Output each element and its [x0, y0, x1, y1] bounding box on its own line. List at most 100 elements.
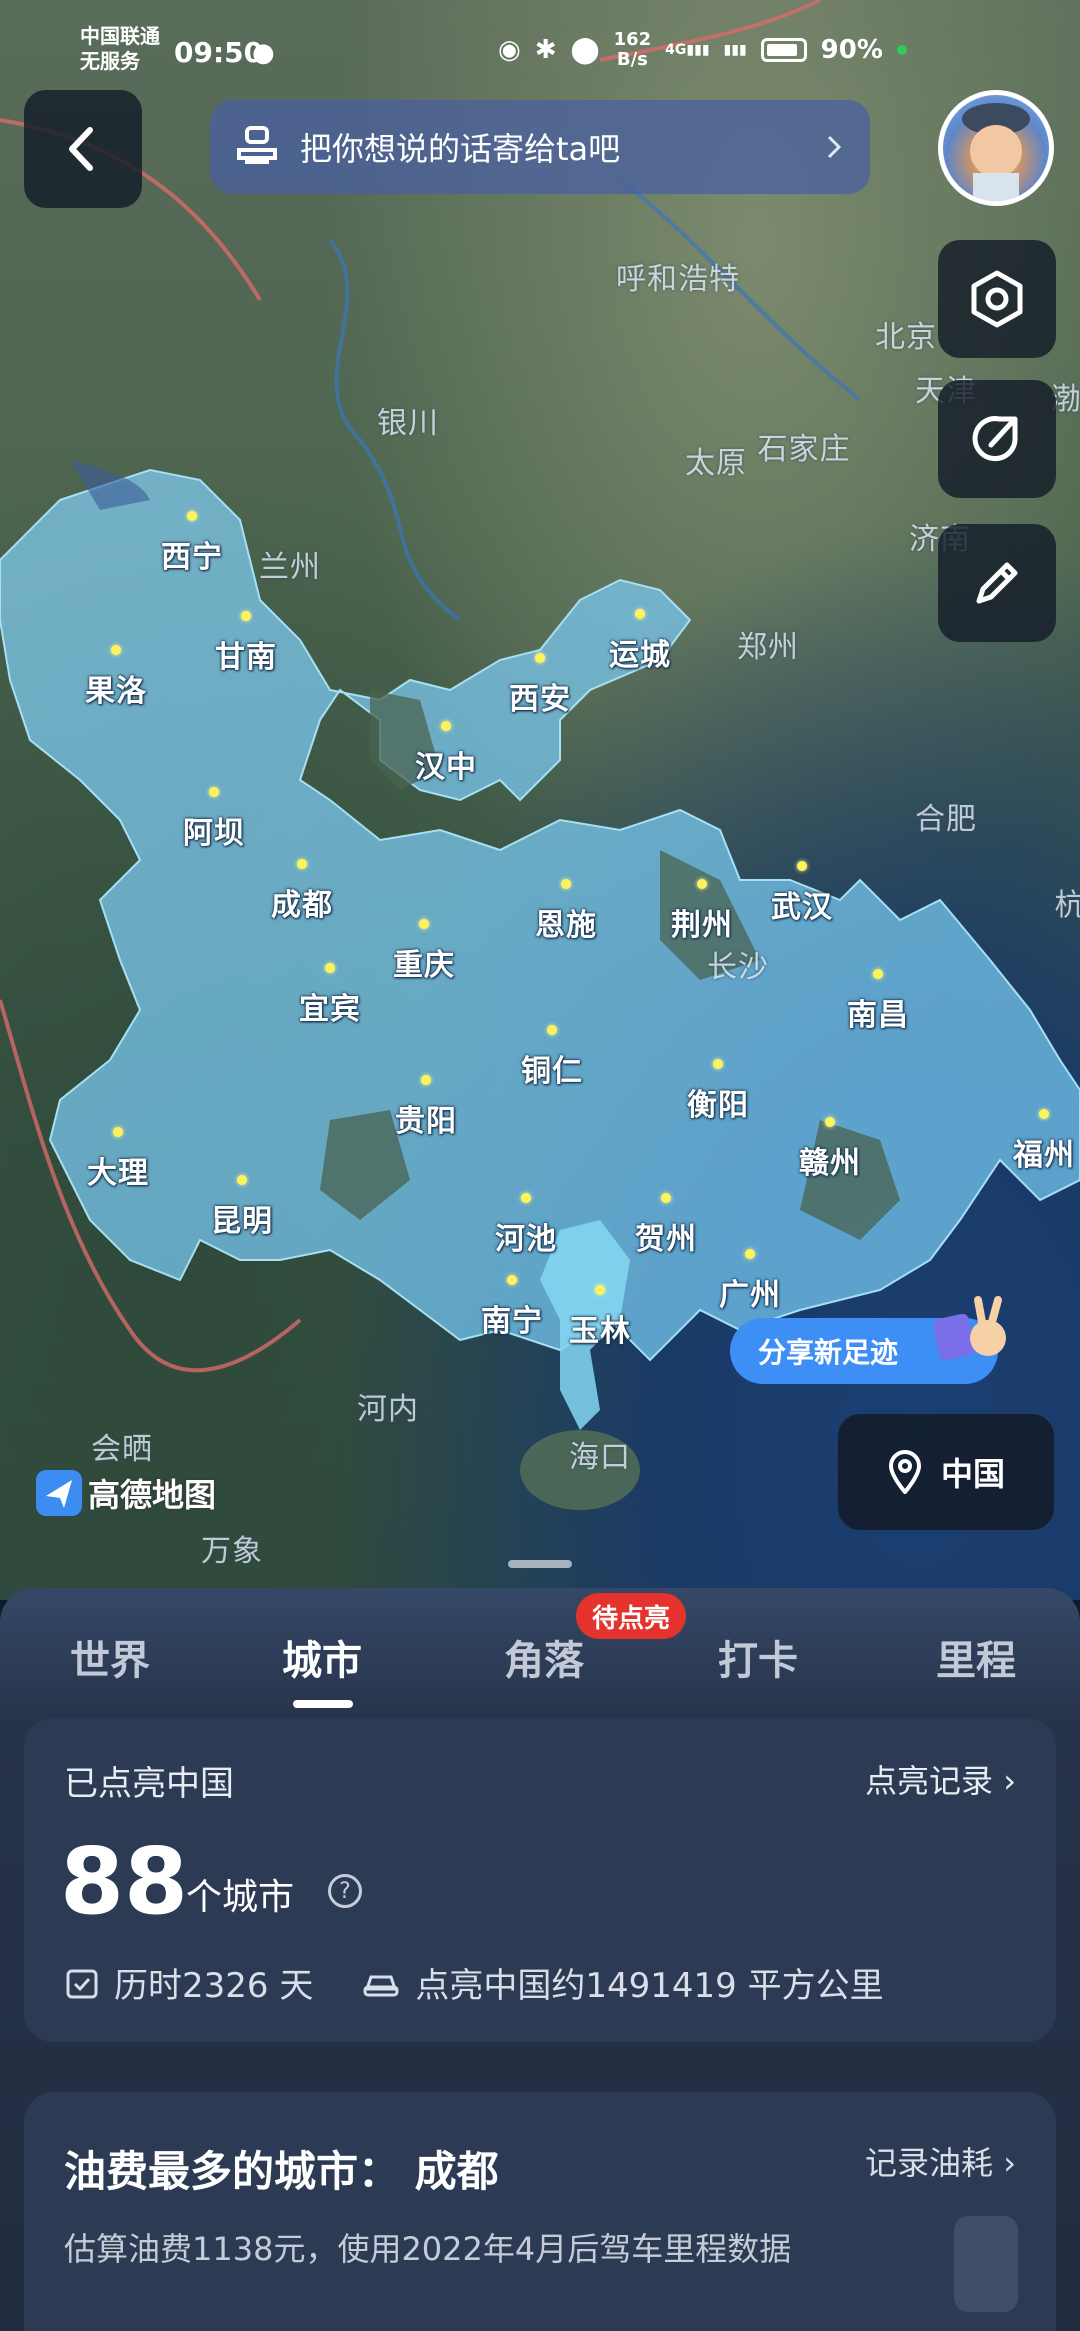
amap-logo-icon	[36, 1470, 82, 1516]
city-label[interactable]: 成都	[271, 880, 333, 924]
city-label[interactable]: 重庆	[393, 940, 455, 984]
location-pin-icon	[888, 1450, 921, 1494]
tab-2[interactable]: 角落	[504, 1628, 584, 1686]
tab-3[interactable]: 打卡	[718, 1628, 798, 1686]
eye-icon: ◉	[498, 35, 521, 65]
city-label[interactable]: 甘南	[215, 632, 277, 676]
city-label[interactable]: 南昌	[847, 990, 909, 1034]
region-selector[interactable]: 中国	[838, 1414, 1054, 1530]
city-label[interactable]: 南宁	[481, 1296, 543, 1340]
map-place-label: 海口	[569, 1440, 631, 1475]
city-dot	[561, 879, 571, 889]
city-label[interactable]: 广州	[719, 1270, 781, 1314]
city-label[interactable]: 河池	[495, 1214, 557, 1258]
amap-logo-text: 高德地图	[88, 1476, 217, 1514]
city-label[interactable]: 赣州	[799, 1138, 861, 1182]
mailbox-icon	[237, 126, 277, 164]
service-status: 无服务	[80, 49, 140, 73]
map-place-label: 合肥	[915, 802, 977, 837]
share-button[interactable]	[938, 380, 1056, 498]
share-footprint-label: 分享新足迹	[758, 1336, 899, 1369]
map-place-label: 郑州	[737, 630, 799, 665]
help-icon[interactable]: ?	[328, 1874, 362, 1908]
tab-4[interactable]: 里程	[936, 1628, 1016, 1686]
tab-1[interactable]: 城市	[282, 1628, 362, 1686]
city-label[interactable]: 玉林	[569, 1306, 631, 1350]
fuel-log-label: 记录油耗	[865, 2144, 994, 2182]
message-prompt: 把你想说的话寄给ta吧	[300, 130, 621, 168]
share-footprint-button[interactable]: 分享新足迹	[730, 1296, 1006, 1384]
fuel-log-link[interactable]: 记录油耗 ›	[865, 2138, 1016, 2184]
summary-title: 已点亮中国	[64, 1764, 234, 1804]
pencil-icon	[976, 562, 1018, 604]
clock: 09:50	[174, 36, 264, 69]
active-tab-indicator	[293, 1700, 353, 1708]
city-dot	[421, 1075, 431, 1085]
city-dot	[111, 645, 121, 655]
city-label[interactable]: 果洛	[85, 666, 147, 710]
message-bar[interactable]: 把你想说的话寄给ta吧	[210, 100, 870, 194]
city-label[interactable]: 恩施	[535, 900, 597, 944]
city-dot	[535, 653, 545, 663]
city-dot	[325, 963, 335, 973]
city-label[interactable]: 阿坝	[183, 808, 245, 852]
city-dot	[419, 919, 429, 929]
lit-records-link[interactable]: 点亮记录 ›	[865, 1756, 1016, 1802]
signal-icon: 4G▮▮▮	[665, 42, 710, 58]
city-label[interactable]: 衡阳	[687, 1080, 749, 1124]
city-label[interactable]: 荆州	[671, 900, 733, 944]
city-dot	[237, 1175, 247, 1185]
city-count: 88	[60, 1828, 189, 1935]
tab-bar: 世界 城市 角落 打卡 里程	[0, 1628, 1080, 1728]
avatar-photo	[962, 103, 1030, 201]
status-bar: 中国联通 无服务 09:50 ● ◉ ✱ ⬤ 162 B/s 4G▮▮▮ ▮▮▮…	[0, 0, 1080, 90]
city-dot	[241, 611, 251, 621]
tab-0[interactable]: 世界	[70, 1628, 150, 1686]
net-speed-unit: B/s	[616, 49, 648, 70]
map-place-label: 北京	[875, 320, 937, 355]
avatar[interactable]	[938, 90, 1054, 206]
chevron-left-icon	[69, 127, 93, 171]
city-dot	[521, 1193, 531, 1203]
city-label[interactable]: 大理	[87, 1148, 149, 1192]
carrier-info: 中国联通 无服务	[80, 24, 160, 74]
city-dot	[547, 1025, 557, 1035]
city-label[interactable]: 宜宾	[299, 984, 361, 1028]
city-dot	[209, 787, 219, 797]
city-label[interactable]: 贺州	[635, 1214, 697, 1258]
city-dot	[187, 511, 197, 521]
summary-meta: 历时2326 天 点亮中国约1491419 平方公里	[64, 1958, 884, 2007]
wechat-icon: ●	[252, 38, 275, 68]
city-dot	[713, 1059, 723, 1069]
city-dot	[697, 879, 707, 889]
city-dot	[1039, 1109, 1049, 1119]
settings-button[interactable]	[938, 240, 1056, 358]
back-button[interactable]	[24, 90, 142, 208]
city-label[interactable]: 西安	[509, 674, 571, 718]
chevron-right-icon: ›	[1003, 2144, 1016, 2182]
city-dot	[113, 1127, 123, 1137]
city-dot	[507, 1275, 517, 1285]
fuel-card[interactable]: 油费最多的城市： 成都 记录油耗 › 估算油费1138元，使用2022年4月后驾…	[24, 2092, 1056, 2331]
chevron-right-icon: ›	[1003, 1762, 1016, 1800]
map-place-label: 兰州	[259, 550, 321, 585]
city-label[interactable]: 福州	[1013, 1130, 1075, 1174]
city-dot	[797, 861, 807, 871]
city-label[interactable]: 汉中	[415, 742, 477, 786]
city-label[interactable]: 运城	[609, 630, 671, 674]
city-dot	[635, 609, 645, 619]
city-label[interactable]: 武汉	[771, 882, 833, 926]
city-label[interactable]: 昆明	[211, 1196, 273, 1240]
city-dot	[297, 859, 307, 869]
edit-button[interactable]	[938, 524, 1056, 642]
panel-drag-handle[interactable]	[508, 1560, 572, 1568]
city-dot	[825, 1117, 835, 1127]
city-label[interactable]: 贵阳	[395, 1096, 457, 1140]
signal-icon-2: ▮▮▮	[723, 42, 747, 58]
map-place-label: 长沙	[707, 950, 769, 985]
network-speed: 162 B/s	[614, 30, 652, 70]
city-label[interactable]: 铜仁	[521, 1046, 583, 1090]
battery-icon	[760, 38, 807, 62]
city-dot	[661, 1193, 671, 1203]
city-label[interactable]: 西宁	[161, 532, 223, 576]
